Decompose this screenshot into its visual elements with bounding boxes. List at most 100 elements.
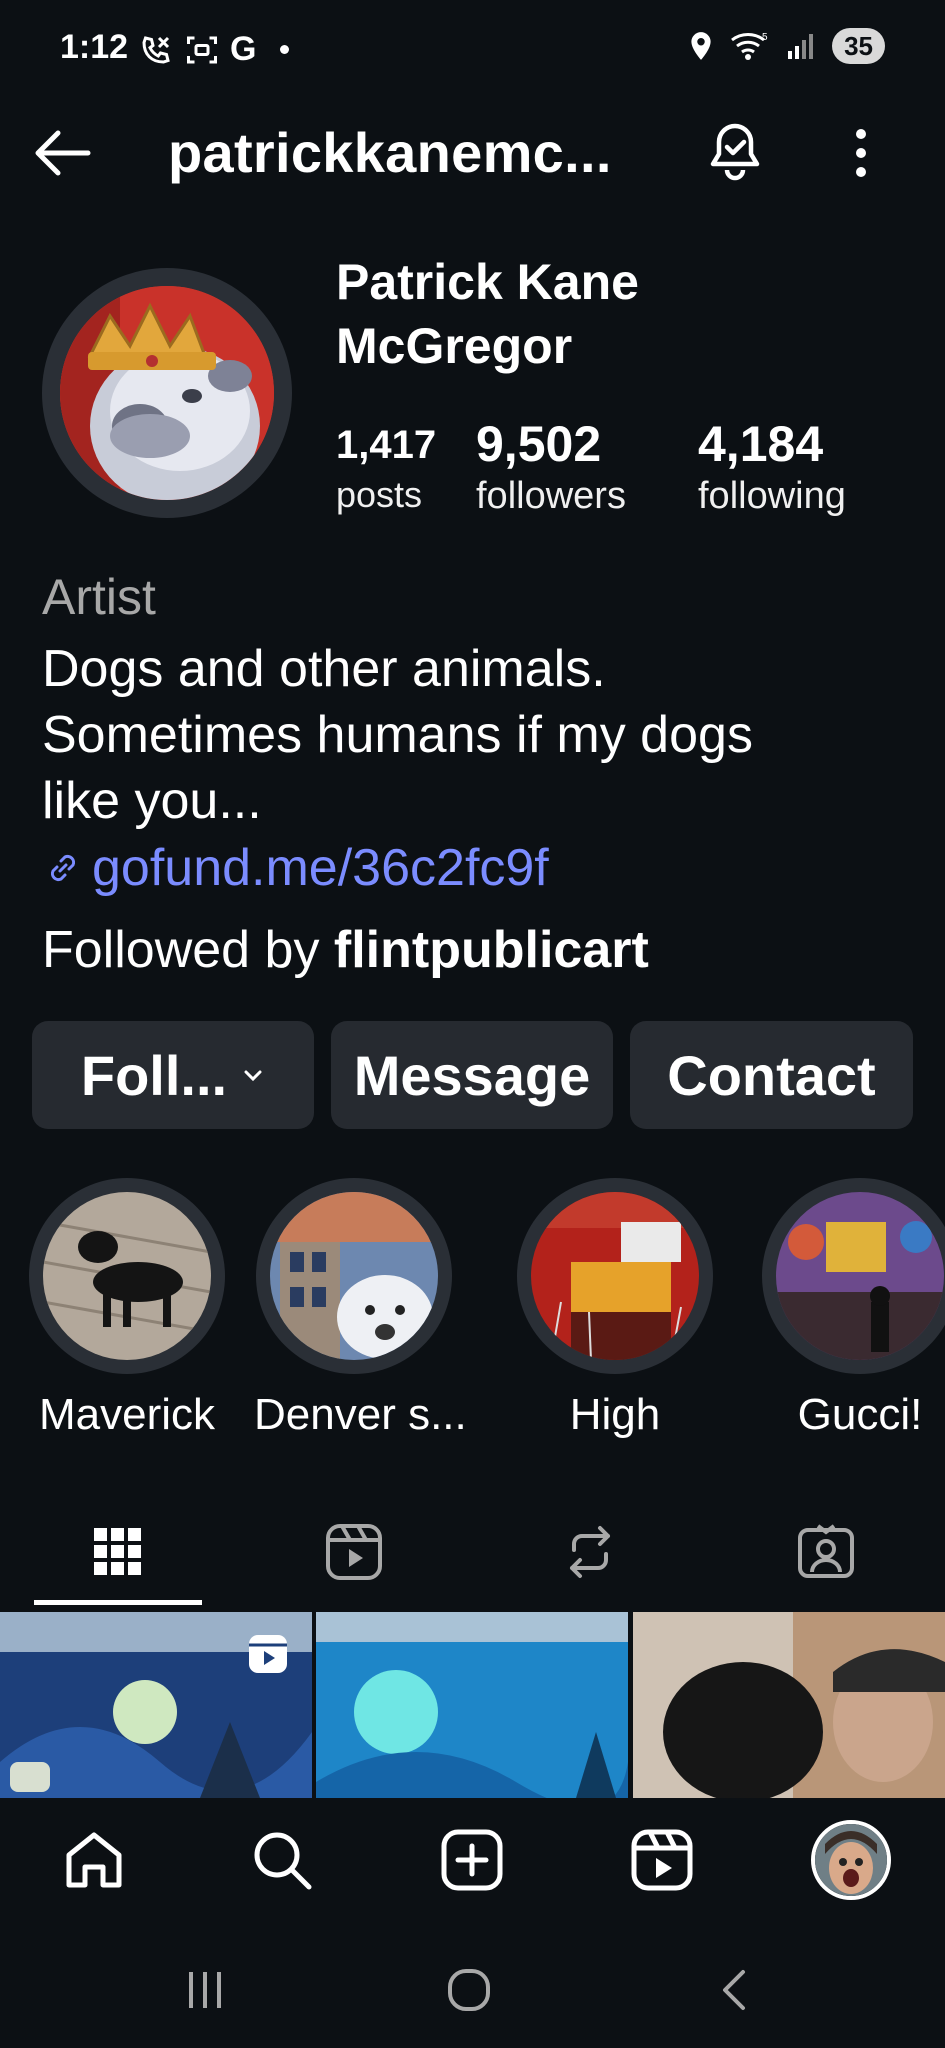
bio-line-1: Dogs and other animals. (42, 640, 606, 698)
following-dropdown-button[interactable]: Foll... (32, 1021, 314, 1129)
full-name-line-1: Patrick Kane (336, 254, 639, 310)
arrow-left-icon (35, 130, 91, 176)
notifications-button[interactable] (700, 118, 770, 188)
post-thumbnail[interactable] (0, 1612, 312, 1798)
nav-create[interactable] (432, 1820, 512, 1900)
highlight-item[interactable]: Gucci! (760, 1178, 945, 1440)
tab-reposts[interactable] (472, 1500, 708, 1604)
create-icon (441, 1829, 503, 1891)
profile-category: Artist (42, 569, 156, 625)
posts-count: 1,417 (336, 423, 437, 467)
post-thumbnail[interactable] (316, 1612, 629, 1798)
chevron-down-icon (244, 1070, 262, 1082)
profile-avatar[interactable] (42, 268, 292, 518)
screenshot-icon (187, 36, 217, 63)
followers-stat[interactable]: 9,502 followers (476, 415, 626, 518)
highlight-ring (517, 1178, 713, 1374)
highlight-item[interactable]: High (515, 1178, 715, 1440)
message-button-label: Message (353, 1043, 591, 1107)
profile-username: patrickkanemc... (168, 121, 612, 184)
status-bar: 1:12 G 5 35 (0, 0, 945, 96)
followers-count: 9,502 (476, 416, 602, 472)
followed-by-user: flintpublicart (333, 921, 649, 979)
profile-full-name: Patrick Kane McGregor (336, 250, 639, 378)
back-system-button[interactable] (700, 1960, 770, 2020)
repost-icon (570, 1526, 610, 1578)
follow-button-label: Foll... (80, 1043, 228, 1107)
active-tab-indicator (34, 1600, 202, 1605)
bell-check-icon (710, 123, 760, 181)
posts-grid (0, 1612, 945, 1798)
highlight-label: Denver s... (254, 1390, 467, 1439)
highlight-label: High (569, 1390, 661, 1439)
link-icon (50, 854, 76, 882)
nav-profile[interactable] (808, 1817, 894, 1903)
highlight-cover-high (531, 1192, 699, 1360)
message-button[interactable]: Message (331, 1021, 613, 1129)
link-text: gofund.me/36c2fc9f (92, 839, 549, 897)
highlight-cover-dog (43, 1192, 211, 1360)
reels-icon (631, 1829, 693, 1891)
followed-by-prefix: Followed by (42, 921, 334, 979)
tagged-user-icon (798, 1524, 854, 1578)
svg-text:5: 5 (762, 32, 768, 43)
home-icon (66, 1832, 122, 1888)
status-g-icon: G (230, 30, 257, 68)
tab-reels[interactable] (236, 1500, 472, 1604)
profile-content-tabs (0, 1500, 945, 1610)
bottom-navigation (0, 1798, 945, 1922)
status-more-dot (280, 45, 290, 54)
posts-stat[interactable]: 1,417 posts (336, 423, 436, 516)
nav-search[interactable] (242, 1820, 322, 1900)
home-circle-icon (448, 1969, 490, 2011)
back-button[interactable] (28, 118, 98, 188)
profile-link[interactable]: gofund.me/36c2fc9f (42, 838, 549, 898)
following-stat[interactable]: 4,184 following (698, 415, 846, 518)
highlight-ring (256, 1178, 452, 1374)
highlight-item[interactable]: Denver s... (254, 1178, 467, 1440)
followers-label: followers (476, 475, 626, 517)
followed-by[interactable]: Followed by flintpublicart (42, 920, 649, 980)
signal-icon (788, 34, 814, 59)
nav-reels[interactable] (622, 1820, 702, 1900)
tab-tagged[interactable] (708, 1500, 944, 1604)
highlight-ring (762, 1178, 945, 1374)
recent-apps-icon (189, 1972, 221, 2008)
highlight-ring (29, 1178, 225, 1374)
status-system-icons: 5 35 (688, 28, 885, 64)
full-name-line-2: McGregor (336, 318, 573, 374)
system-navigation-bar (0, 1922, 945, 2048)
following-label: following (698, 475, 846, 517)
home-system-button[interactable] (434, 1960, 504, 2020)
missed-call-icon (142, 35, 170, 64)
following-count: 4,184 (698, 416, 824, 472)
posts-label: posts (336, 474, 423, 515)
search-icon (254, 1832, 312, 1890)
tab-posts-grid[interactable] (0, 1500, 236, 1604)
contact-button-label: Contact (667, 1043, 876, 1107)
profile-avatar-icon (811, 1820, 891, 1900)
highlight-label: Maverick (38, 1390, 216, 1439)
recent-apps-button[interactable] (170, 1960, 240, 2020)
highlight-item[interactable]: Maverick (27, 1178, 227, 1440)
wifi-icon: 5 (731, 32, 768, 60)
grid-icon (94, 1528, 141, 1575)
highlight-cover-gucci (776, 1192, 944, 1360)
nav-home[interactable] (54, 1820, 134, 1900)
more-options-button[interactable] (826, 118, 896, 188)
battery-indicator: 35 (832, 28, 885, 64)
bio-line-2: Sometimes humans if my dogs (42, 706, 753, 764)
highlight-cover-mural (270, 1192, 438, 1360)
status-notification-icons: G (138, 30, 290, 69)
bio-line-3: like you... (42, 772, 262, 830)
reel-badge-icon (249, 1635, 288, 1673)
highlight-label: Gucci! (797, 1390, 923, 1439)
post-thumbnail[interactable] (632, 1612, 945, 1798)
profile-bio: Dogs and other animals. Sometimes humans… (42, 636, 922, 834)
status-time: 1:12 (60, 28, 129, 66)
bulldog-king-avatar-image (60, 286, 274, 500)
kebab-menu-icon (856, 129, 866, 177)
contact-button[interactable]: Contact (630, 1021, 913, 1129)
location-icon (691, 32, 711, 60)
back-chevron-icon (723, 1970, 745, 2010)
